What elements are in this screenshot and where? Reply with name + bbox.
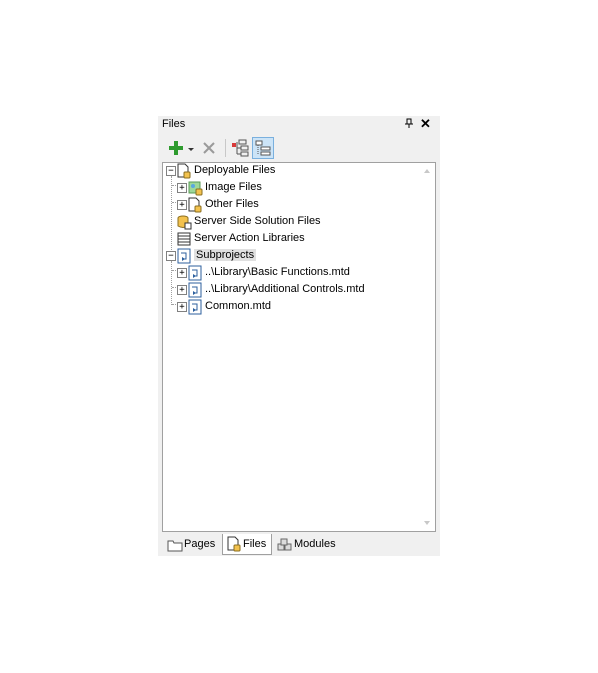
list-view-button[interactable] xyxy=(252,137,274,159)
vertical-scrollbar[interactable] xyxy=(419,163,435,531)
subprojects-icon xyxy=(176,248,192,264)
expand-icon[interactable]: + xyxy=(177,268,187,278)
tree-node-server-side-solution-files[interactable]: Server Side Solution Files xyxy=(163,214,403,230)
tree-view-button[interactable] xyxy=(230,138,250,158)
tree-node-label: Image Files xyxy=(205,181,262,193)
modules-icon xyxy=(277,538,292,551)
tab-modules[interactable]: Modules xyxy=(274,535,346,553)
collapse-icon[interactable]: − xyxy=(166,166,176,176)
panel-tabs: Pages Files Modules xyxy=(162,534,436,555)
tab-label: Pages xyxy=(184,538,216,550)
tree-node-label: ..\Library\Additional Controls.mtd xyxy=(205,283,365,295)
other-files-icon xyxy=(187,197,203,213)
tree-node-label: Deployable Files xyxy=(194,164,276,176)
tab-label: Modules xyxy=(294,538,336,550)
tree-node-other-files[interactable]: + Other Files xyxy=(163,197,403,213)
tree-node-label: Other Files xyxy=(205,198,259,210)
subproject-icon xyxy=(187,265,203,281)
tab-label: Files xyxy=(243,538,267,550)
expand-icon[interactable]: + xyxy=(177,200,187,210)
tree-node-subprojects[interactable]: − Subprojects xyxy=(163,248,403,264)
panel-title: Files xyxy=(162,118,186,130)
delete-icon xyxy=(203,142,215,154)
expand-icon[interactable]: + xyxy=(177,183,187,193)
tree-node-label: Server Action Libraries xyxy=(194,232,305,244)
scroll-down-icon xyxy=(424,521,430,525)
deployable-files-icon xyxy=(176,163,192,179)
add-icon xyxy=(169,141,183,155)
pin-icon[interactable] xyxy=(404,118,414,129)
tree-node-subproject[interactable]: + ..\Library\Basic Functions.mtd xyxy=(163,265,403,281)
toolbar xyxy=(162,136,436,160)
expand-icon[interactable]: + xyxy=(177,285,187,295)
tree-node-label: ..\Library\Basic Functions.mtd xyxy=(205,266,350,278)
tree-node-label: Server Side Solution Files xyxy=(194,215,321,227)
close-icon[interactable]: ✕ xyxy=(420,117,431,130)
scroll-up-icon xyxy=(424,169,430,173)
database-icon xyxy=(176,214,192,230)
subproject-icon xyxy=(187,299,203,315)
files-panel: Files ✕ − Deployable Files + Image Files… xyxy=(158,116,440,556)
tab-pages[interactable]: Pages xyxy=(164,535,220,553)
delete-button[interactable] xyxy=(200,138,218,158)
tree-view-icon xyxy=(232,139,249,157)
files-icon xyxy=(227,536,241,552)
tab-files[interactable]: Files xyxy=(222,534,272,555)
subproject-icon xyxy=(187,282,203,298)
collapse-icon[interactable]: − xyxy=(166,251,176,261)
tree-node-label: Common.mtd xyxy=(205,300,272,312)
add-button[interactable] xyxy=(166,138,186,158)
tree-node-server-action-libraries[interactable]: Server Action Libraries xyxy=(163,231,403,247)
file-tree[interactable]: − Deployable Files + Image Files + Other… xyxy=(162,162,436,532)
add-dropdown-button[interactable] xyxy=(187,138,195,158)
tree-node-subproject[interactable]: + ..\Library\Additional Controls.mtd xyxy=(163,282,403,298)
panel-titlebar: Files ✕ xyxy=(158,116,440,133)
expand-icon[interactable]: + xyxy=(177,302,187,312)
toolbar-separator xyxy=(225,139,226,157)
chevron-down-icon xyxy=(188,148,194,151)
tree-node-image-files[interactable]: + Image Files xyxy=(163,180,403,196)
tree-node-label: Subprojects xyxy=(194,249,257,261)
tree-node-subproject[interactable]: + Common.mtd xyxy=(163,299,403,315)
tree-node-deployable-files[interactable]: − Deployable Files xyxy=(163,163,403,179)
image-files-icon xyxy=(187,180,203,196)
library-icon xyxy=(176,231,192,247)
list-view-icon xyxy=(255,140,271,156)
folder-icon xyxy=(167,540,183,552)
